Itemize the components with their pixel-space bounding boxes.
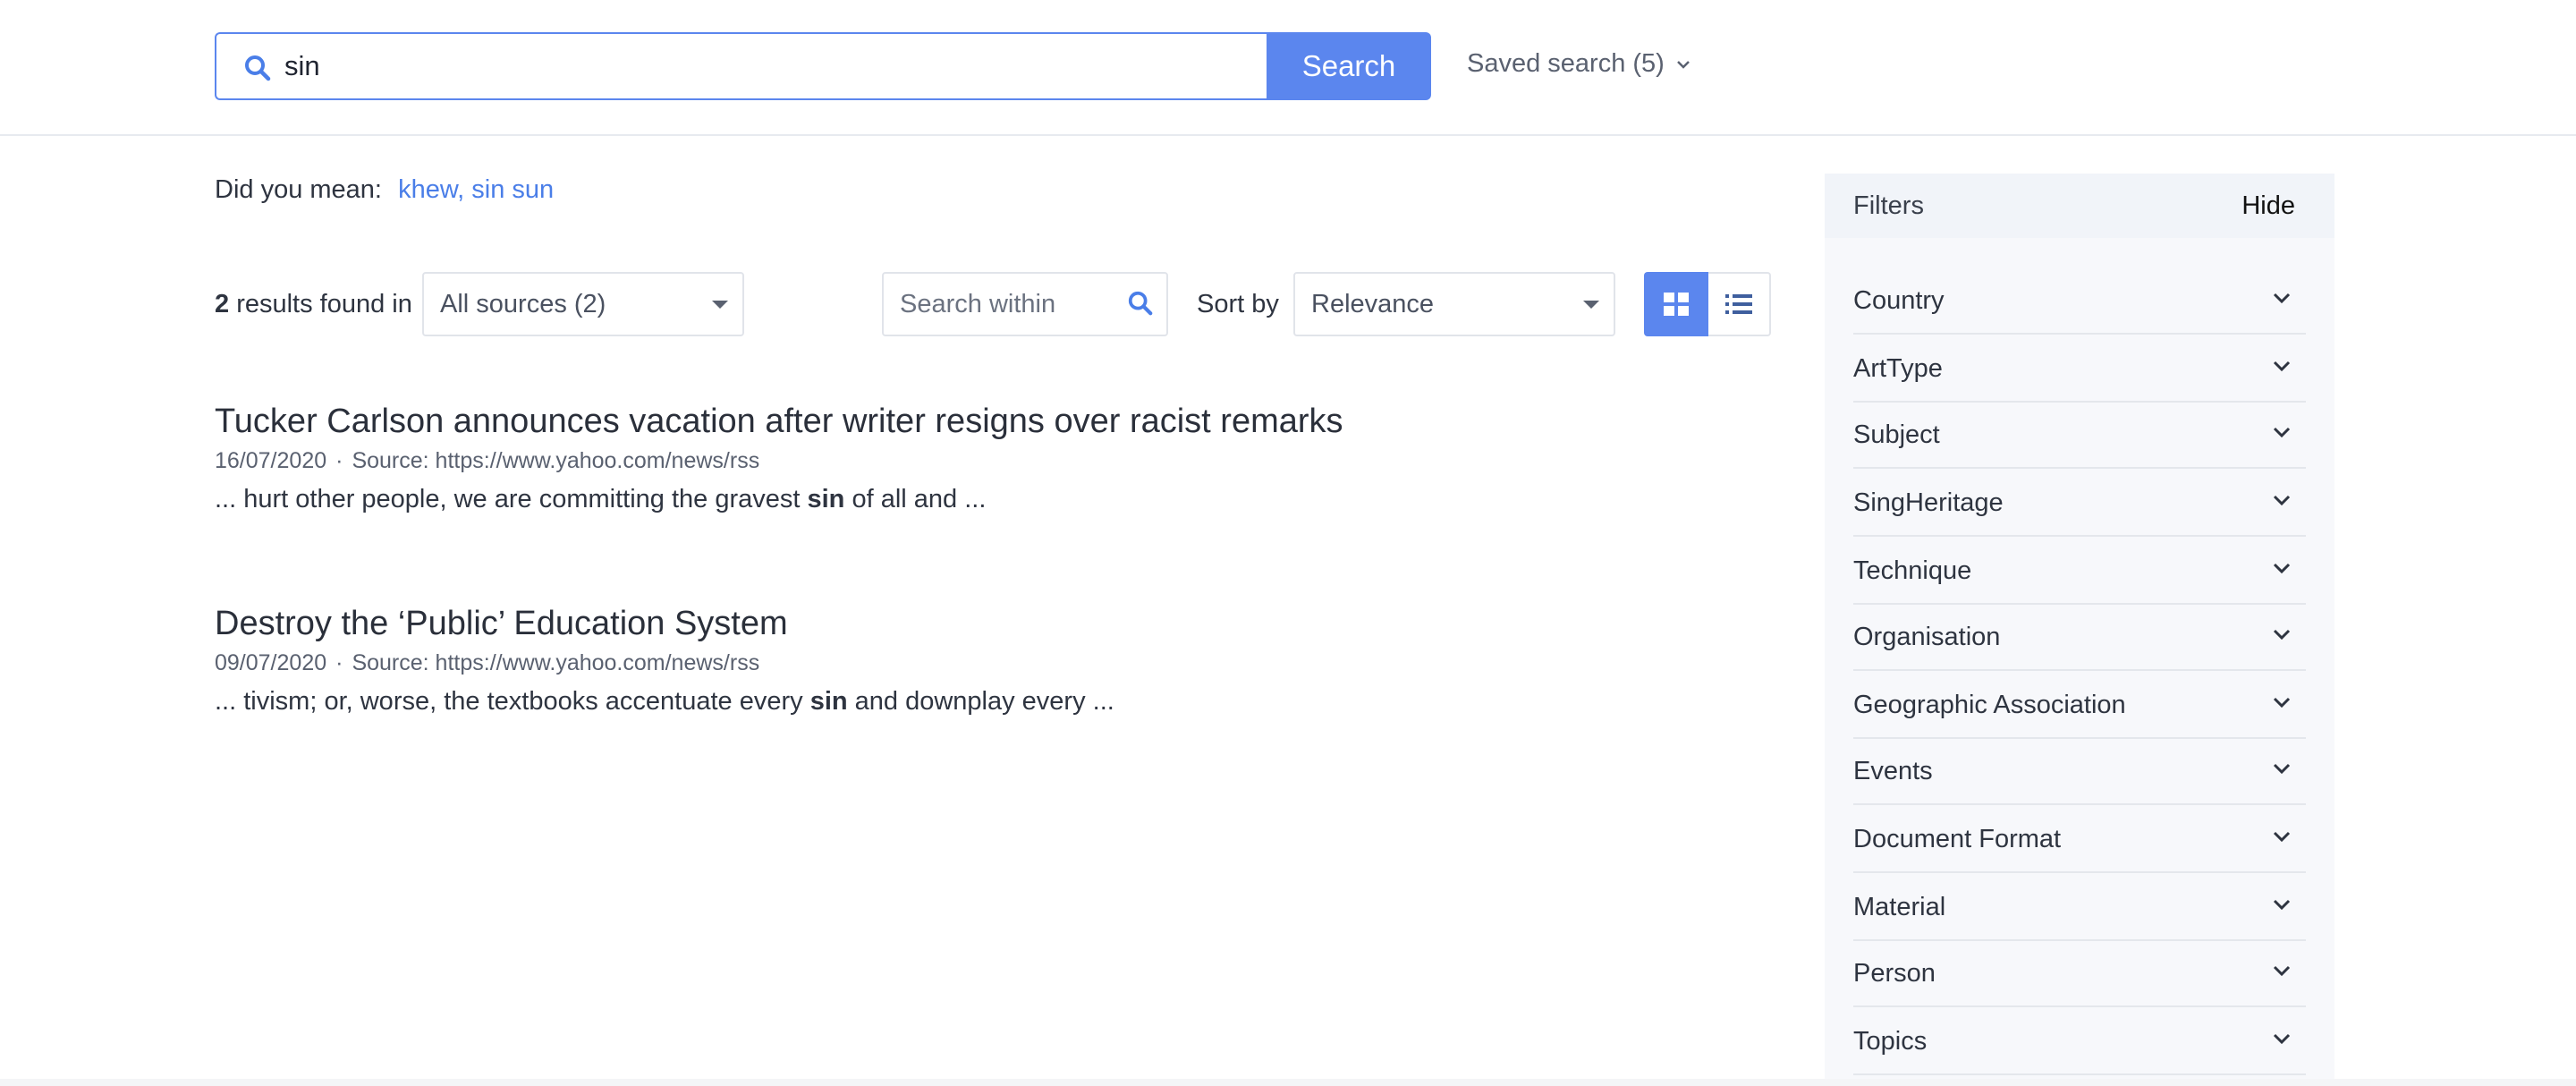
result-meta: 09/07/2020 · Source: https://www.yahoo.com… <box>215 648 1789 678</box>
filter-item-label: Organisation <box>1853 623 2001 651</box>
saved-search-dropdown[interactable]: Saved search (5) <box>1467 32 1691 95</box>
results-count-number: 2 <box>215 290 230 318</box>
result-meta: 16/07/2020 · Source: https://www.yahoo.com… <box>215 445 1789 476</box>
snippet-text: of all and ... <box>844 485 987 513</box>
grid-view-icon <box>1664 293 1689 316</box>
filter-item[interactable]: Person <box>1853 939 2306 1007</box>
chevron-down-icon <box>2273 495 2291 506</box>
source-select-value: All sources (2) <box>440 290 606 318</box>
chevron-down-icon <box>2273 831 2291 843</box>
filter-item[interactable]: SingHeritage <box>1853 469 2306 537</box>
filters-panel: Filters Hide Country ArtType Subject SingHe… <box>1825 174 2334 1086</box>
filter-item-label: Geographic Association <box>1853 691 2126 719</box>
bottom-shade <box>0 1079 2576 1086</box>
sort-by-label: Sort by <box>1197 290 1279 318</box>
result-item: Tucker Carlson announces vacation after … <box>215 399 1789 517</box>
snippet-text: ... hurt other people, we are committing… <box>215 485 808 513</box>
caret-down-icon <box>712 301 728 309</box>
chevron-down-icon <box>2273 763 2291 775</box>
caret-down-icon <box>1583 301 1599 309</box>
chevron-down-icon <box>2273 293 2291 304</box>
chevron-down-icon <box>2273 1033 2291 1045</box>
source-select[interactable]: All sources (2) <box>422 272 744 336</box>
meta-separator: · <box>335 650 343 675</box>
search-input[interactable]: sin <box>215 32 1268 100</box>
chevron-down-icon <box>2273 899 2291 911</box>
filter-item-label: Document Format <box>1853 825 2062 853</box>
meta-separator: · <box>335 448 343 473</box>
search-within-placeholder: Search within <box>900 290 1056 318</box>
view-toggle <box>1644 272 1771 336</box>
did-you-mean-suggestion[interactable]: khew, sin sun <box>398 175 554 204</box>
grid-view-button[interactable] <box>1644 272 1708 336</box>
chevron-down-icon <box>2273 697 2291 708</box>
sort-select-value: Relevance <box>1311 290 1435 318</box>
result-snippet: ... tivism; or, worse, the textbooks acc… <box>215 683 1789 719</box>
result-item: Destroy the ‘Public’ Education System 09… <box>215 601 1789 719</box>
filter-item-label: ArtType <box>1853 354 1943 383</box>
filter-item[interactable]: Country <box>1853 267 2306 335</box>
result-title[interactable]: Destroy the ‘Public’ Education System <box>215 601 1789 646</box>
filter-item-label: Subject <box>1853 420 1940 449</box>
list-view-icon <box>1725 294 1752 314</box>
filter-item-label: Topics <box>1853 1027 1928 1056</box>
filter-item-label: Technique <box>1853 556 1972 585</box>
top-search-bar: sin Search Saved search (5) <box>0 0 2576 136</box>
search-within-input[interactable]: Search within <box>882 272 1168 336</box>
filter-item[interactable]: Material <box>1853 873 2306 941</box>
sort-select[interactable]: Relevance <box>1293 272 1615 336</box>
saved-search-label: Saved search (5) <box>1467 49 1665 78</box>
filter-item-label: SingHeritage <box>1853 488 2004 517</box>
filter-item[interactable]: ArtType <box>1853 335 2306 403</box>
chevron-down-icon <box>2273 965 2291 977</box>
chevron-down-icon <box>2273 427 2291 438</box>
search-icon <box>243 54 272 82</box>
filter-item[interactable]: Technique <box>1853 537 2306 605</box>
filter-item[interactable]: Document Format <box>1853 805 2306 873</box>
results-count: 2 results found in <box>215 286 412 322</box>
snippet-text: ... tivism; or, worse, the textbooks acc… <box>215 687 810 716</box>
did-you-mean: Did you mean: khew, sin sun <box>215 172 554 208</box>
list-view-button[interactable] <box>1708 272 1771 336</box>
filter-item[interactable]: Events <box>1853 737 2306 805</box>
filter-item-label: Events <box>1853 757 1933 785</box>
filter-item-label: Person <box>1853 959 1936 988</box>
snippet-text: and downplay every ... <box>847 687 1114 716</box>
search-query-value: sin <box>284 50 320 81</box>
chevron-down-icon <box>2273 563 2291 574</box>
search-icon[interactable] <box>1127 290 1154 317</box>
filter-item[interactable]: Geographic Association <box>1853 671 2306 739</box>
filters-title: Filters <box>1853 191 1924 220</box>
result-title[interactable]: Tucker Carlson announces vacation after … <box>215 399 1789 444</box>
result-date: 16/07/2020 <box>215 448 327 473</box>
filter-item[interactable]: Subject <box>1853 401 2306 469</box>
result-date: 09/07/2020 <box>215 650 327 675</box>
filter-item-label: Country <box>1853 286 1945 315</box>
filters-header: Filters Hide <box>1825 174 2334 238</box>
result-source: Source: https://www.yahoo.com/news/rss <box>352 448 760 473</box>
filter-item[interactable]: Topics <box>1853 1007 2306 1075</box>
filter-item-label: Material <box>1853 893 1946 921</box>
snippet-highlight: sin <box>807 485 845 513</box>
result-source: Source: https://www.yahoo.com/news/rss <box>352 650 760 675</box>
snippet-highlight: sin <box>809 687 848 716</box>
chevron-down-icon <box>2273 361 2291 372</box>
results-count-suffix: results found in <box>236 290 412 318</box>
search-button[interactable]: Search <box>1267 32 1431 100</box>
chevron-down-icon <box>2273 629 2291 641</box>
result-snippet: ... hurt other people, we are committing… <box>215 481 1789 517</box>
hide-filters-button[interactable]: Hide <box>2241 174 2295 238</box>
did-you-mean-prefix: Did you mean: <box>215 175 382 204</box>
filter-item[interactable]: Organisation <box>1853 603 2306 671</box>
chevron-down-icon <box>1677 61 1690 70</box>
